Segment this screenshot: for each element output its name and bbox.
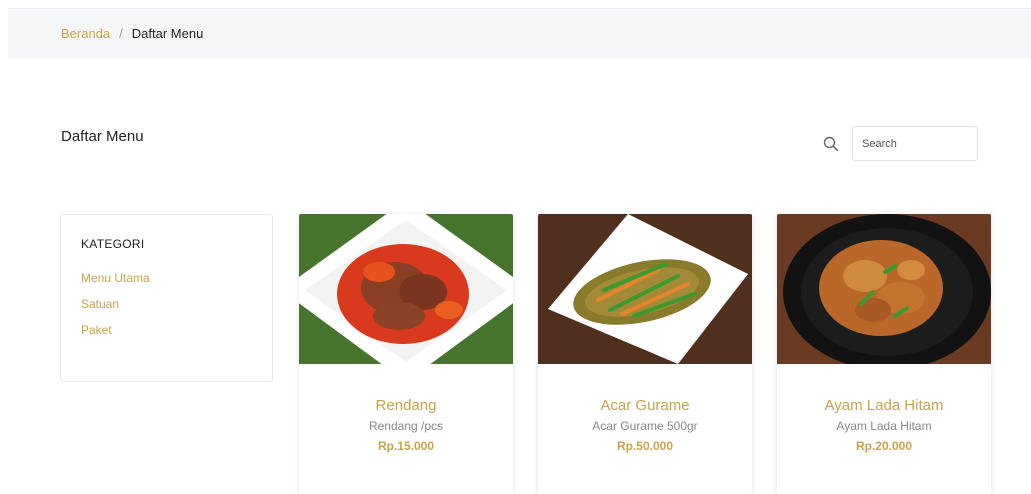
menu-item-price: Rp.50.000 [616,439,674,453]
menu-item-name[interactable]: Rendang [299,397,513,414]
menu-card-body: Rendang Rendang /pcs Rp.15.000 [299,364,513,453]
breadcrumb-separator: / [119,26,123,41]
category-list: Menu Utama Satuan Paket [81,269,150,347]
menu-item-price: Rp.20.000 [855,439,913,453]
category-sidebar: KATEGORI Menu Utama Satuan Paket [60,214,273,382]
menu-item-price: Rp.15.000 [377,439,435,453]
category-title: KATEGORI [81,237,145,251]
breadcrumb-bar: Beranda / Daftar Menu [8,8,1031,58]
menu-card-ayam-lada-hitam[interactable]: Ayam Lada Hitam Ayam Lada Hitam Rp.20.00… [777,214,991,494]
page-title: Daftar Menu [61,128,144,145]
acar-gurame-photo[interactable] [538,214,752,364]
menu-card-body: Ayam Lada Hitam Ayam Lada Hitam Rp.20.00… [777,364,991,453]
breadcrumb-current: Daftar Menu [131,26,204,41]
breadcrumb-home-link[interactable]: Beranda [61,26,110,41]
ayam-lada-hitam-photo[interactable] [777,214,991,364]
menu-card-body: Acar Gurame Acar Gurame 500gr Rp.50.000 [538,364,752,453]
rendang-photo[interactable] [299,214,513,364]
menu-card-rendang[interactable]: Rendang Rendang /pcs Rp.15.000 [299,214,513,494]
category-item-menu-utama[interactable]: Menu Utama [81,269,150,295]
menu-item-name[interactable]: Ayam Lada Hitam [777,397,991,414]
search-input[interactable] [852,126,978,161]
category-item-satuan[interactable]: Satuan [81,295,150,321]
menu-item-description: Rendang /pcs [368,419,444,433]
menu-item-description: Ayam Lada Hitam [836,419,932,433]
menu-card-acar-gurame[interactable]: Acar Gurame Acar Gurame 500gr Rp.50.000 [538,214,752,494]
menu-item-description: Acar Gurame 500gr [592,419,698,433]
breadcrumb: Beranda / Daftar Menu [61,26,203,41]
search-icon[interactable] [823,136,839,152]
category-item-paket[interactable]: Paket [81,321,150,347]
menu-item-name[interactable]: Acar Gurame [538,397,752,414]
